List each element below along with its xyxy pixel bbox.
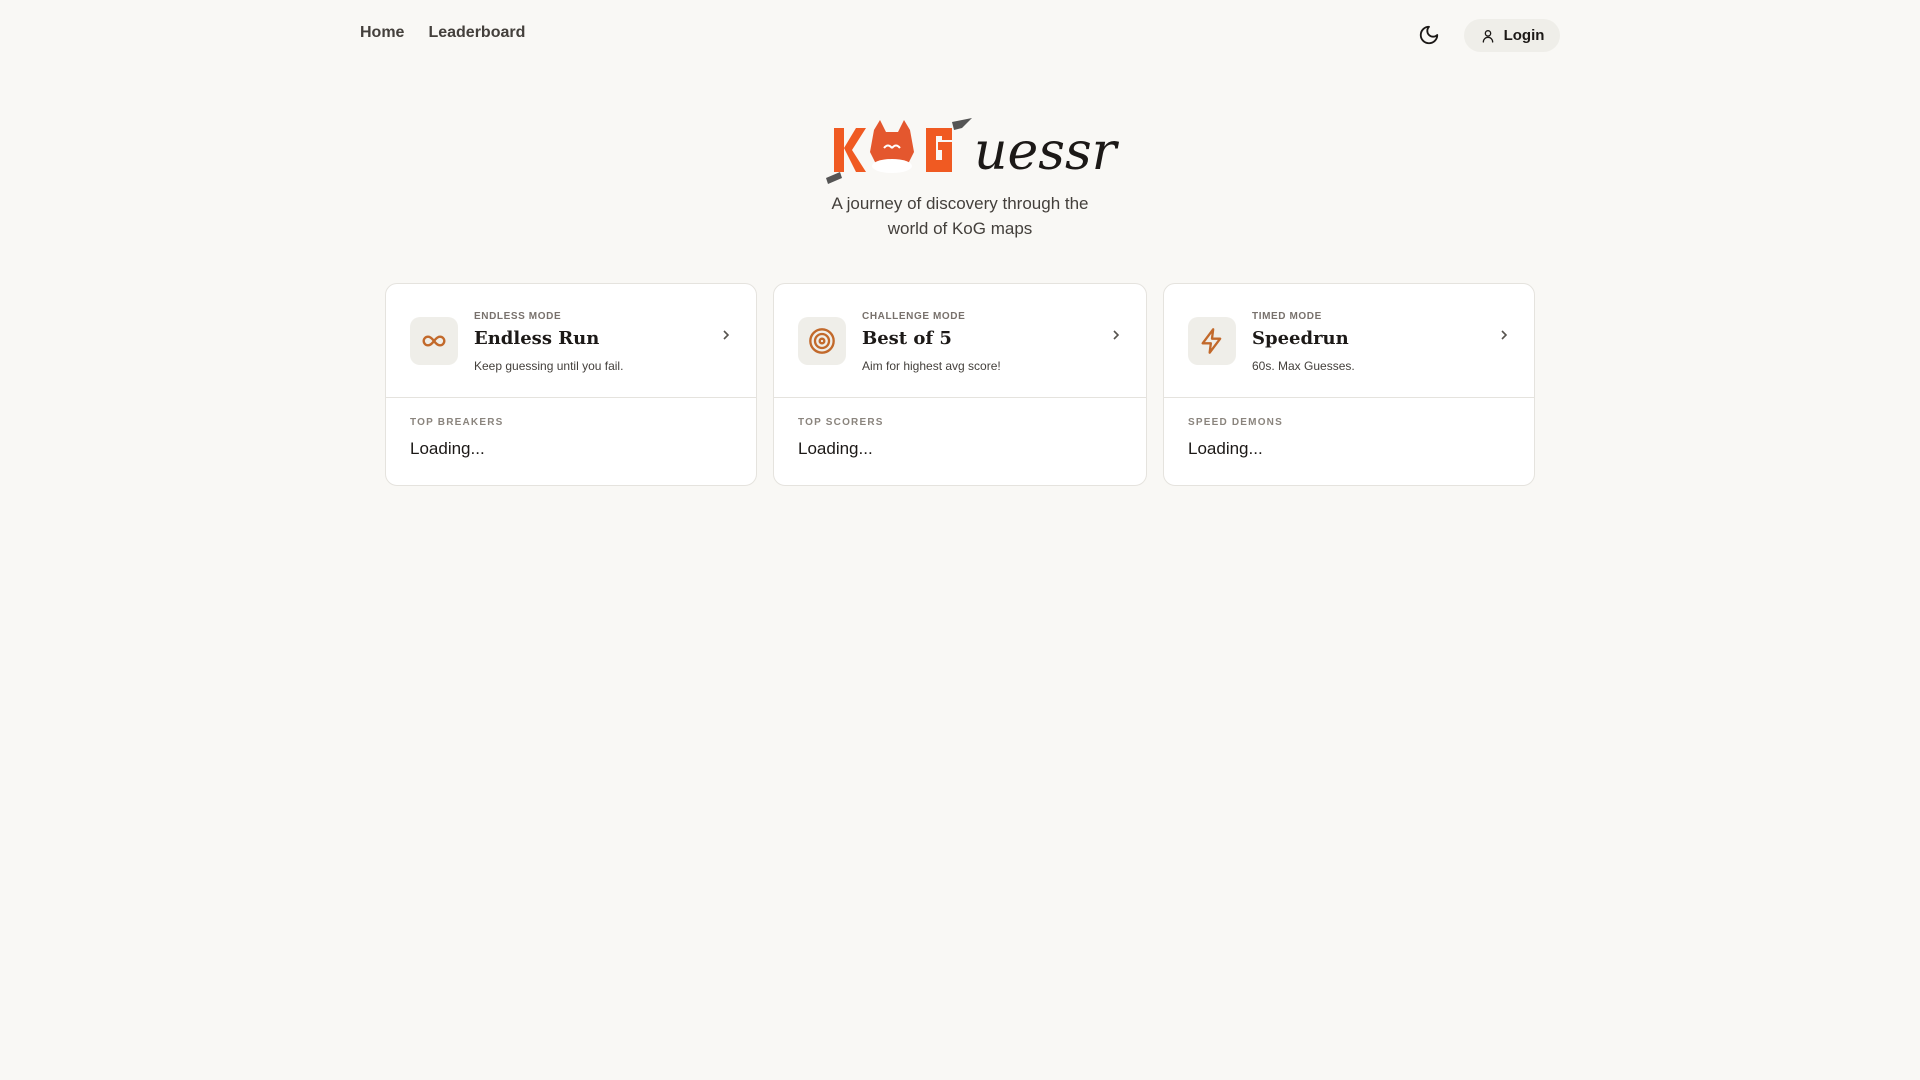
leaderboard-status: Loading... [798,439,873,458]
mode-description: Keep guessing until you fail. [474,359,624,373]
login-button[interactable]: Login [1464,19,1560,52]
endless-mode-link[interactable]: ENDLESS MODE Endless Run Keep guessing u… [386,284,756,398]
mode-label: ENDLESS MODE [474,311,562,322]
top-nav: Home Leaderboard [360,24,525,42]
leaderboard-status: Loading... [410,439,485,458]
nav-home-link[interactable]: Home [360,24,404,42]
mode-label: TIMED MODE [1252,311,1322,322]
subtitle-line-2: world of KoG maps [887,219,1033,238]
moon-icon[interactable] [1418,24,1440,46]
timed-mode-link[interactable]: TIMED MODE Speedrun 60s. Max Guesses. [1164,284,1534,398]
challenge-mode-card: CHALLENGE MODE Best of 5 Aim for highest… [773,283,1147,486]
mode-description: Aim for highest avg score! [862,359,1001,373]
endless-mode-card: ENDLESS MODE Endless Run Keep guessing u… [385,283,757,486]
lightning-icon [1188,317,1236,365]
nav-leaderboard-link[interactable]: Leaderboard [428,24,525,42]
logo: uessr [826,118,1117,186]
infinity-icon [410,317,458,365]
mode-title: Best of 5 [862,328,952,349]
leaderboard-label: SPEED DEMONS [1188,417,1283,428]
target-icon [798,317,846,365]
logo-text: uessr [974,122,1117,182]
timed-mode-card: TIMED MODE Speedrun 60s. Max Guesses. SP… [1163,283,1535,486]
user-icon [1482,29,1493,43]
leaderboard-label: TOP BREAKERS [410,417,504,428]
login-label: Login [1503,27,1545,44]
kog-fox-logo [826,118,972,184]
leaderboard-status: Loading... [1188,439,1263,458]
subtitle-line-1: A journey of discovery through the [831,194,1089,213]
mode-label: CHALLENGE MODE [862,311,966,322]
chevron-right-icon [1113,330,1120,340]
chevron-right-icon [1501,330,1508,340]
chevron-right-icon [723,330,730,340]
subtitle: A journey of discovery through the world… [760,191,1160,241]
mode-title: Speedrun [1252,328,1349,349]
leaderboard-label: TOP SCORERS [798,417,884,428]
mode-title: Endless Run [474,328,600,349]
mode-description: 60s. Max Guesses. [1252,359,1355,373]
challenge-mode-link[interactable]: CHALLENGE MODE Best of 5 Aim for highest… [774,284,1146,398]
